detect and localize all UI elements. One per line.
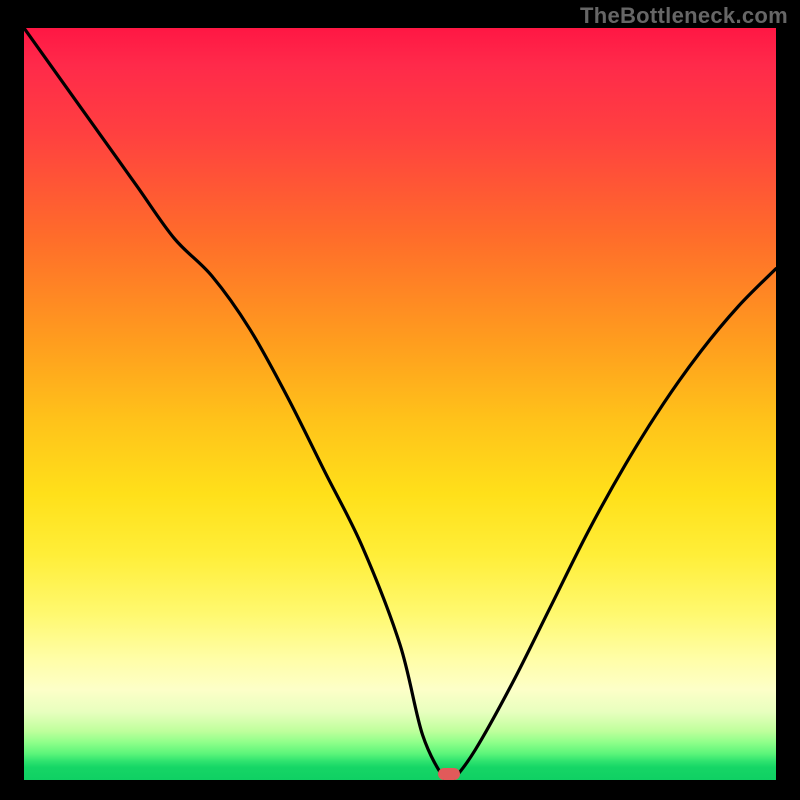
chart-frame: TheBottleneck.com: [0, 0, 800, 800]
bottleneck-curve: [24, 28, 776, 780]
optimal-point-marker: [438, 768, 460, 780]
plot-area: [24, 28, 776, 780]
watermark-text: TheBottleneck.com: [580, 3, 788, 29]
